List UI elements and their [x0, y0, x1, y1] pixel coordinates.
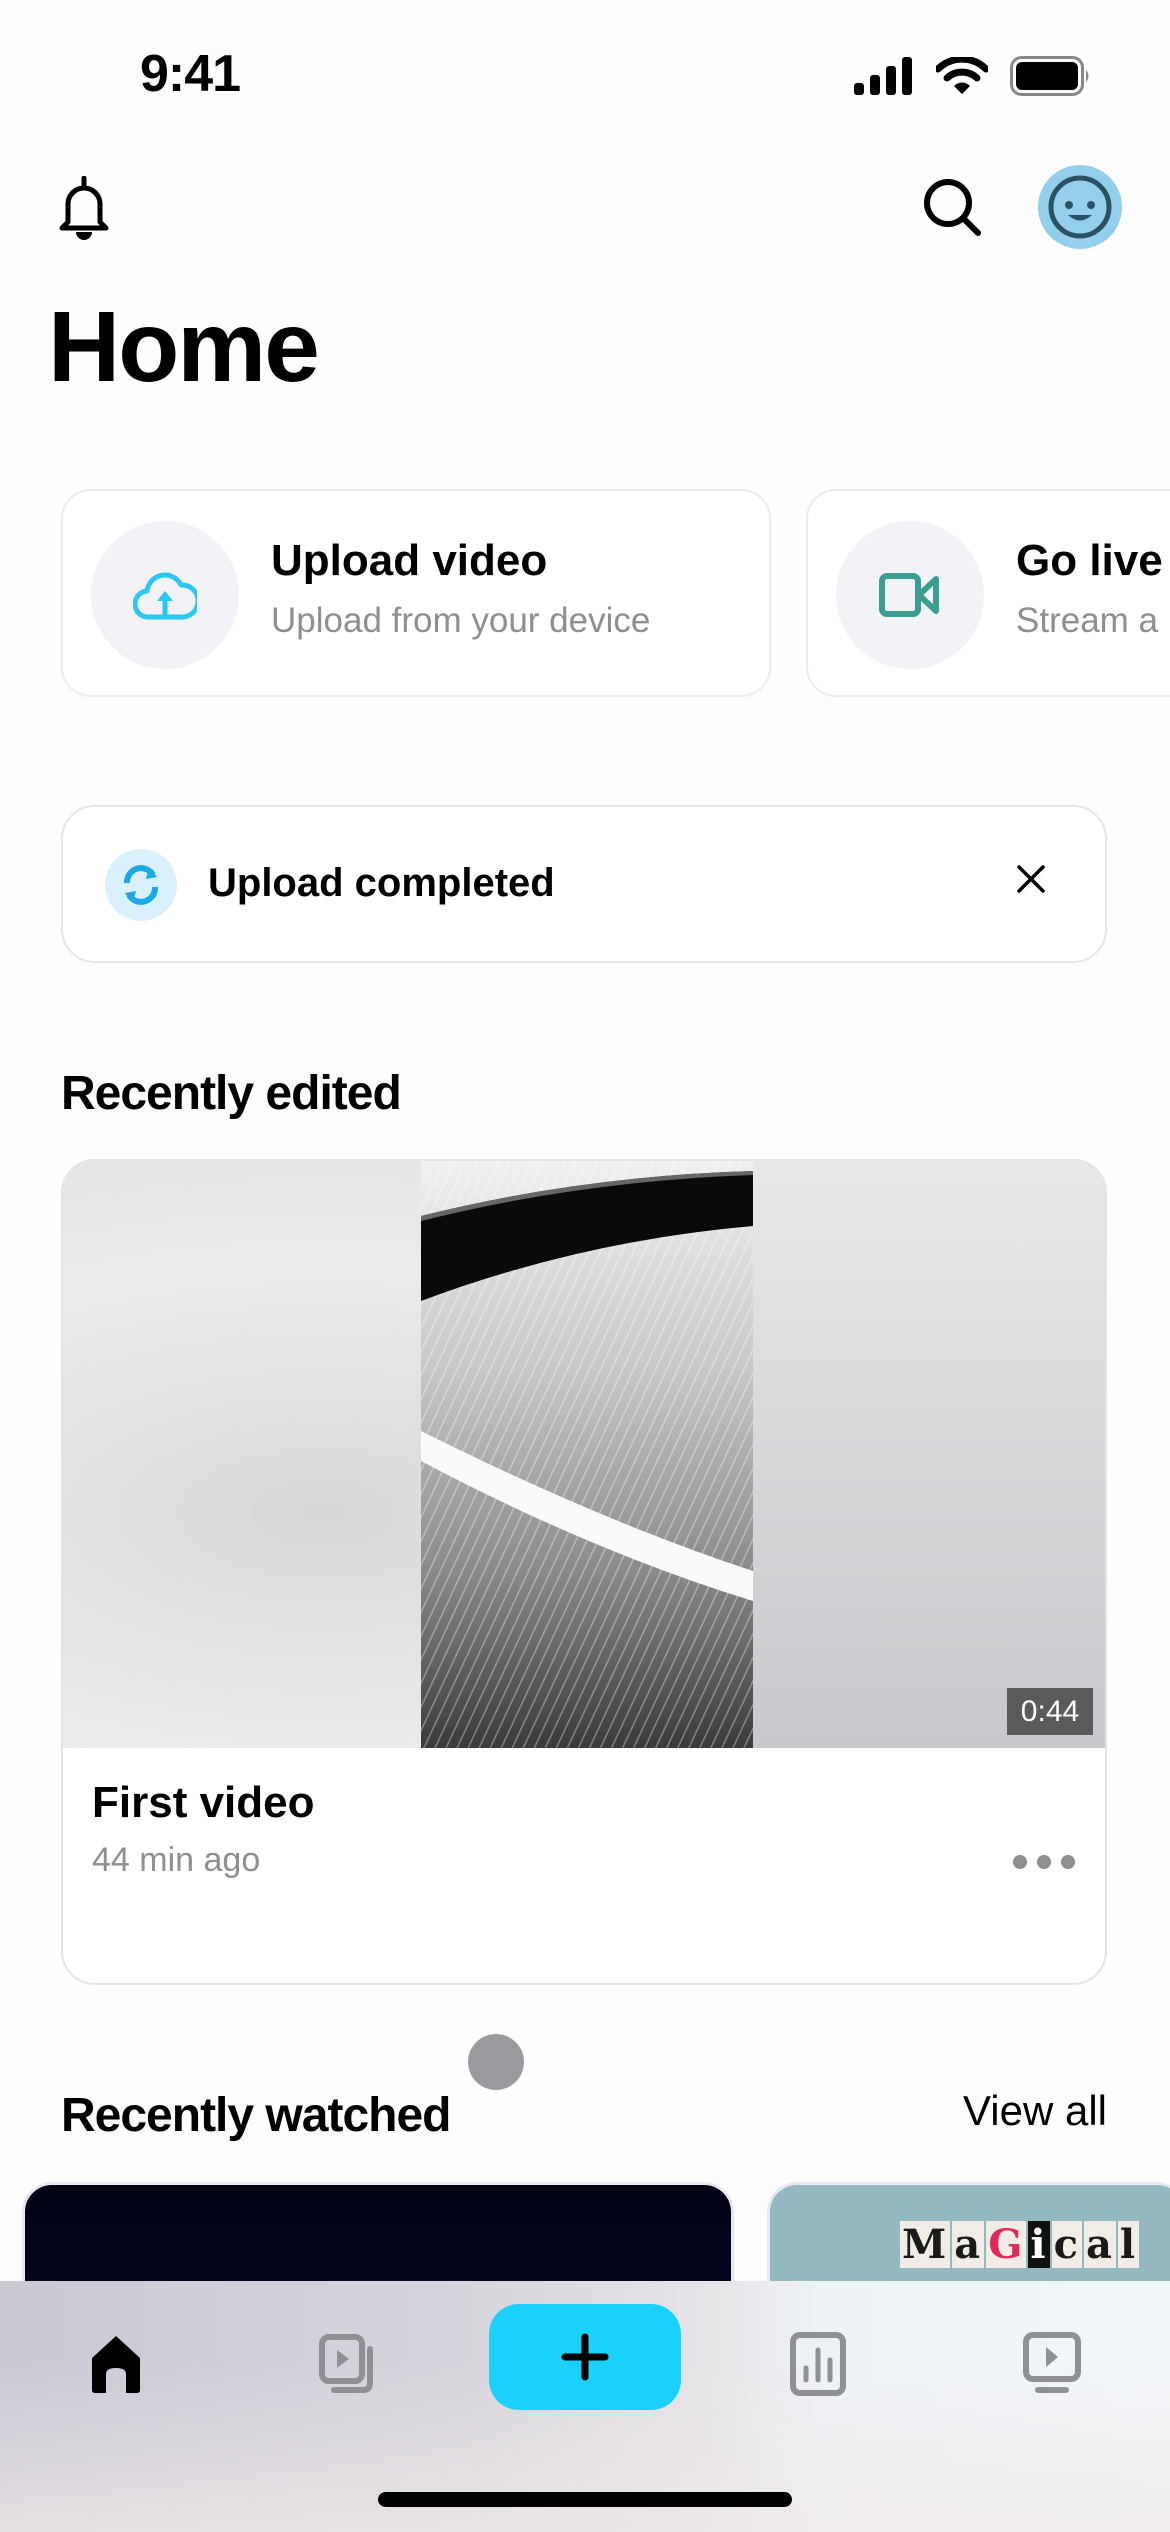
search-icon	[924, 179, 981, 236]
tab-watch[interactable]	[997, 2309, 1107, 2419]
go-live-title: Go live	[1016, 536, 1163, 585]
upload-video-subtitle: Upload from your device	[271, 601, 651, 640]
go-live-card[interactable]: Go live Stream a	[806, 489, 1170, 697]
search-button[interactable]	[922, 177, 984, 239]
upload-video-card[interactable]: Upload video Upload from your device	[61, 489, 771, 697]
duration-badge: 0:44	[1007, 1688, 1093, 1735]
recently-watched-heading: Recently watched	[61, 2089, 451, 2142]
tab-bar	[0, 2281, 1170, 2532]
view-all-link[interactable]: View all	[963, 2087, 1107, 2135]
upload-video-title: Upload video	[271, 536, 548, 585]
battery-icon	[1010, 56, 1089, 96]
home-icon	[92, 2336, 140, 2393]
feather-image	[421, 1161, 753, 1748]
home-indicator[interactable]	[378, 2492, 792, 2507]
sync-icon-circle	[105, 849, 177, 921]
more-dot-icon	[1061, 1855, 1075, 1869]
sync-icon	[124, 865, 158, 905]
video-camera-icon	[879, 573, 939, 617]
banner-text: Upload completed	[208, 861, 555, 905]
recently-edited-heading: Recently edited	[61, 1067, 402, 1120]
close-icon	[1017, 865, 1045, 893]
avatar-button[interactable]	[1038, 165, 1122, 249]
tv-play-icon	[1023, 2332, 1081, 2393]
avatar-smiley-icon	[1048, 175, 1112, 239]
plus-icon	[561, 2333, 609, 2381]
cloud-upload-icon	[133, 572, 197, 620]
go-live-icon-circle	[836, 521, 984, 669]
tab-library[interactable]	[294, 2309, 404, 2419]
bar-chart-icon	[790, 2332, 846, 2396]
close-banner-button[interactable]	[1013, 861, 1049, 897]
thumbnail-collage-text: MaGical	[900, 2221, 1140, 2268]
video-timestamp: 44 min ago	[92, 1841, 261, 1879]
video-title: First video	[92, 1778, 315, 1827]
upload-status-banner: Upload completed	[61, 805, 1107, 963]
video-card[interactable]: 0:44 First video 44 min ago	[61, 1159, 1107, 1985]
cellular-signal-icon	[854, 57, 912, 95]
tab-analytics[interactable]	[763, 2309, 873, 2419]
tab-home[interactable]	[61, 2309, 171, 2419]
go-live-subtitle: Stream a	[1016, 601, 1158, 640]
wifi-icon	[936, 57, 988, 94]
video-stack-icon	[319, 2334, 373, 2393]
video-thumbnail[interactable]: 0:44	[63, 1161, 1105, 1748]
status-icons	[854, 56, 1092, 96]
status-time: 9:41	[140, 45, 241, 103]
bell-icon	[59, 175, 109, 240]
create-button[interactable]	[489, 2304, 681, 2410]
touch-indicator	[468, 2034, 524, 2090]
more-dot-icon	[1013, 1855, 1027, 1869]
more-dot-icon	[1037, 1855, 1051, 1869]
more-options-button[interactable]	[1013, 1855, 1075, 1869]
upload-icon-circle	[91, 521, 239, 669]
notifications-button[interactable]	[56, 175, 112, 242]
page-title: Home	[48, 291, 320, 403]
